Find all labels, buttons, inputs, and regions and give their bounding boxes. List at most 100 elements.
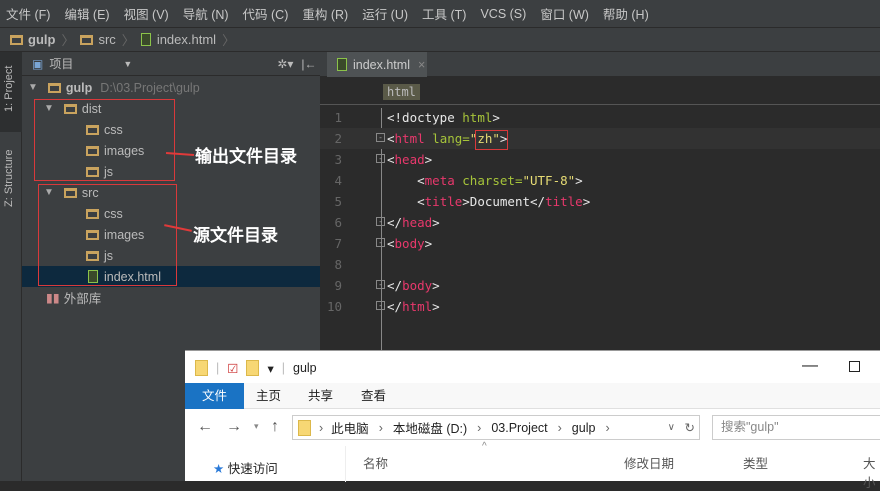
code-token: >Document</: [462, 194, 546, 209]
nav-quick-access[interactable]: ★ 快速访问: [213, 458, 278, 477]
project-view-select[interactable]: 项目: [49, 55, 73, 72]
code-token: >: [424, 152, 433, 167]
code-line[interactable]: 2- <html lang="zh">: [320, 128, 880, 149]
code-token: <: [387, 194, 425, 209]
line-number: 7: [334, 236, 342, 251]
menu-item[interactable]: 工具 (T): [422, 4, 466, 23]
code-token: body: [394, 236, 425, 251]
code-line[interactable]: 7 - <body>: [320, 233, 880, 254]
column-type[interactable]: 类型: [743, 453, 768, 472]
code-token: charset=: [454, 173, 523, 188]
code-token: <: [387, 152, 395, 167]
fold-marker-icon[interactable]: -: [376, 238, 385, 247]
properties-icon[interactable]: ☑: [227, 361, 238, 376]
code-line[interactable]: 1 <!doctype html>: [320, 107, 880, 128]
menu-item[interactable]: 导航 (N): [183, 4, 229, 23]
up-button[interactable]: ↑: [271, 418, 279, 436]
crumb-src[interactable]: src: [98, 32, 115, 47]
code-token: >: [424, 236, 433, 251]
minimize-button[interactable]: —: [802, 357, 818, 375]
refresh-icon[interactable]: ↻: [685, 420, 695, 435]
code-token: </: [387, 215, 403, 230]
folder-icon: [10, 34, 23, 45]
forward-button[interactable]: →: [226, 418, 242, 436]
fold-marker-icon[interactable]: -: [376, 154, 385, 163]
code-line[interactable]: 5 <title>Document</title>: [320, 191, 880, 212]
fold-marker-icon[interactable]: -: [376, 217, 385, 226]
code-token: <!doctype: [387, 110, 463, 125]
column-size[interactable]: 大小: [863, 453, 880, 491]
tag-breadcrumb[interactable]: html: [383, 84, 420, 100]
fold-marker-icon[interactable]: -: [376, 301, 385, 310]
recent-dropdown[interactable]: ▾: [254, 421, 259, 432]
line-number: 4: [334, 173, 342, 188]
chevron-down-icon[interactable]: ∨: [668, 422, 675, 433]
code-line[interactable]: 10 - </html>: [320, 296, 880, 317]
maximize-button[interactable]: [849, 361, 860, 372]
code-line[interactable]: 8: [320, 254, 880, 275]
star-icon: ★: [213, 462, 225, 476]
code-line[interactable]: 6 - </head>: [320, 212, 880, 233]
tab-share[interactable]: 共享: [296, 383, 345, 409]
code-token: <: [387, 131, 395, 146]
menu-item[interactable]: 窗口 (W): [540, 4, 589, 23]
breadcrumb: gulp 〉 src 〉 index.html 〉: [0, 28, 880, 52]
fold-marker-icon[interactable]: -: [376, 133, 385, 142]
code-token: html: [394, 131, 425, 146]
menu-item[interactable]: 重构 (R): [302, 4, 348, 23]
tab-view[interactable]: 查看: [349, 383, 398, 409]
project-side-tab[interactable]: 1: Project: [3, 66, 15, 112]
menu-item[interactable]: 帮助 (H): [603, 4, 649, 23]
menu-item[interactable]: 运行 (U): [362, 4, 408, 23]
menu-item[interactable]: 视图 (V): [124, 4, 169, 23]
sort-icon: ^: [482, 441, 487, 452]
html-file-icon: [140, 33, 151, 46]
code-token: >: [432, 278, 440, 293]
highlight-box: [34, 99, 175, 181]
code-token: >: [575, 173, 583, 188]
tab-index-html[interactable]: index.html ×: [327, 52, 427, 77]
tab-file[interactable]: 文件: [185, 383, 245, 409]
code-token: meta: [424, 173, 455, 188]
crumb-file[interactable]: index.html: [157, 32, 216, 47]
new-folder-icon[interactable]: [246, 360, 260, 376]
gear-icon[interactable]: ✲▾: [277, 57, 293, 71]
menu-item[interactable]: 文件 (F): [6, 4, 50, 23]
code-token: >: [492, 110, 500, 125]
code-token: head: [394, 152, 425, 167]
code-line[interactable]: 9 - </body>: [320, 275, 880, 296]
code-token: lang=: [424, 131, 470, 146]
chevron-down-icon[interactable]: ▼: [123, 59, 132, 69]
code-token: body: [402, 278, 433, 293]
code-line[interactable]: 4 <meta charset="UTF-8">: [320, 170, 880, 191]
menu-item[interactable]: 编辑 (E): [64, 4, 109, 23]
address-bar[interactable]: › 此电脑 › 本地磁盘 (D:) › 03.Project › gulp › ∨ ↻: [292, 415, 700, 440]
code-token: html: [462, 110, 493, 125]
code-line[interactable]: 3 - <head>: [320, 149, 880, 170]
line-number: 2: [334, 131, 342, 146]
fold-marker-icon[interactable]: -: [376, 280, 385, 289]
tree-external-libs[interactable]: ▮▮ 外部库: [46, 287, 101, 308]
chevron-down-icon[interactable]: ▾: [267, 361, 273, 376]
menu-item[interactable]: VCS (S): [480, 7, 526, 21]
crumb-gulp[interactable]: gulp: [28, 32, 55, 47]
code-token: title: [424, 194, 463, 209]
column-modified[interactable]: 修改日期: [624, 453, 674, 472]
menu-item[interactable]: 代码 (C): [243, 4, 289, 23]
line-number: 1: [334, 110, 342, 125]
column-name[interactable]: 名称: [363, 453, 388, 472]
tab-home[interactable]: 主页: [244, 383, 293, 409]
code-token: >: [432, 299, 440, 314]
collapse-icon[interactable]: |←: [301, 57, 316, 71]
tool-window-strip: 1: Project Z: Structure: [0, 52, 22, 481]
annotation-src: 源文件目录: [193, 226, 278, 245]
menu-bar: 文件 (F) 编辑 (E) 视图 (V) 导航 (N) 代码 (C) 重构 (R) 运行 (…: [0, 0, 880, 28]
search-input[interactable]: 搜索"gulp": [712, 415, 880, 440]
structure-side-tab[interactable]: Z: Structure: [3, 150, 15, 207]
close-icon[interactable]: ×: [418, 58, 425, 72]
back-button[interactable]: ←: [197, 418, 213, 436]
code-token: head: [402, 215, 433, 230]
code-token: <: [387, 236, 395, 251]
tree-root[interactable]: ▼ gulp D:\03.Project\gulp: [28, 77, 200, 98]
code-token: <: [387, 173, 425, 188]
